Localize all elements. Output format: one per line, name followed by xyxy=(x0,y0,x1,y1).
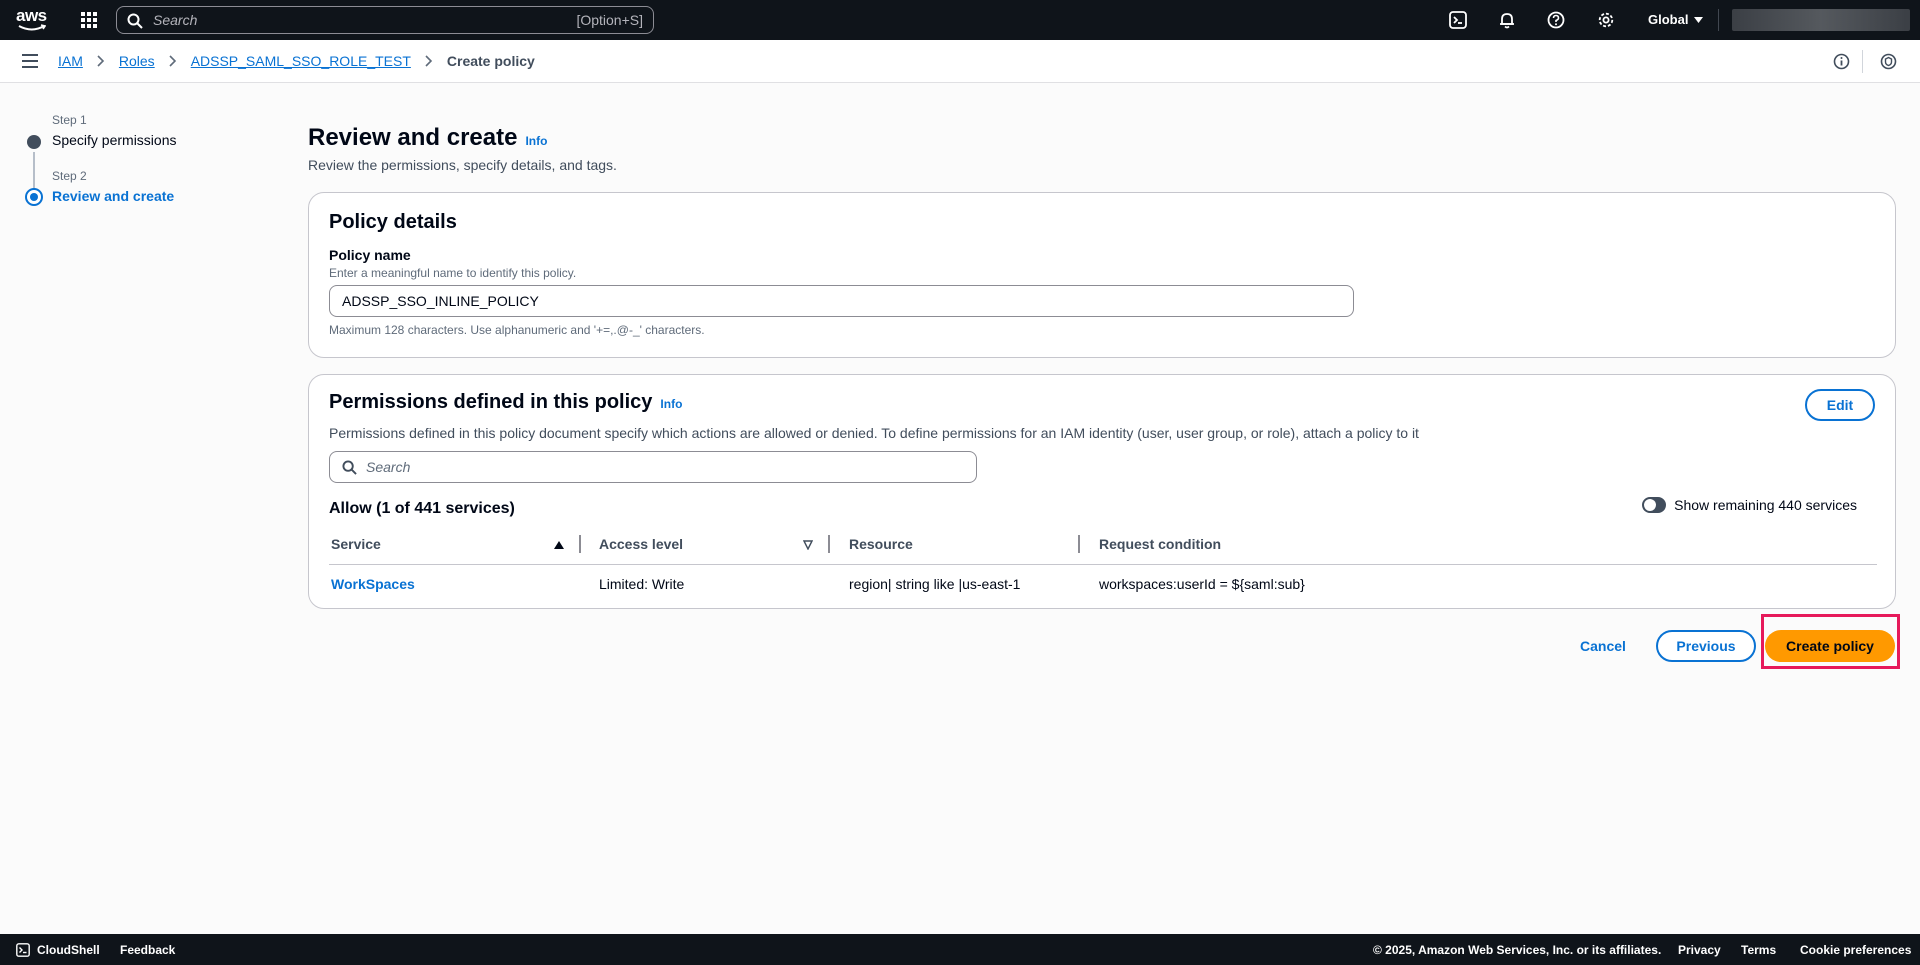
breadcrumb-current: Create policy xyxy=(446,53,535,69)
breadcrumb-roles[interactable]: Roles xyxy=(119,53,155,69)
footer-copyright: © 2025, Amazon Web Services, Inc. or its… xyxy=(1373,943,1662,957)
breadcrumb-iam[interactable]: IAM xyxy=(58,53,83,69)
breadcrumb-role[interactable]: ADSSP_SAML_SSO_ROLE_TEST xyxy=(191,53,411,69)
column-header-request-condition: Request condition xyxy=(1099,536,1222,552)
table-cell-request-condition: workspaces:userId = ${saml:sub} xyxy=(1099,576,1305,592)
shield-settings-icon[interactable] xyxy=(1880,53,1897,70)
search-placeholder: Search xyxy=(153,12,198,28)
previous-button[interactable]: Previous xyxy=(1656,630,1756,662)
policy-details-panel: Policy details Policy name Enter a meani… xyxy=(308,192,1896,358)
allow-services-title: Allow (1 of 441 services) xyxy=(329,500,515,517)
create-policy-button[interactable]: Create policy xyxy=(1765,630,1895,662)
top-navigation: aws Search [Option+S] Global xyxy=(0,0,1920,40)
search-icon xyxy=(342,460,357,475)
menu-icon[interactable] xyxy=(22,54,38,68)
policy-name-label: Policy name xyxy=(329,247,411,263)
column-separator[interactable] xyxy=(828,535,830,553)
permissions-info-link[interactable]: Info xyxy=(660,397,682,411)
permissions-title: Permissions defined in this policy Info xyxy=(329,391,682,414)
account-menu[interactable] xyxy=(1732,9,1910,31)
page-title-text: Review and create xyxy=(308,124,518,151)
step-1-name[interactable]: Specify permissions xyxy=(52,132,177,148)
edit-button[interactable]: Edit xyxy=(1805,389,1875,421)
step-1-label: Step 1 xyxy=(52,113,87,127)
aws-logo[interactable]: aws xyxy=(16,6,50,32)
show-remaining-toggle[interactable]: Show remaining 440 services xyxy=(1642,497,1857,513)
step-connector xyxy=(33,152,35,192)
permissions-title-text: Permissions defined in this policy xyxy=(329,391,653,413)
region-label: Global xyxy=(1648,12,1689,27)
aws-logo-text: aws xyxy=(16,6,47,25)
console-footer: CloudShell Feedback © 2025, Amazon Web S… xyxy=(0,934,1920,965)
table-header-divider xyxy=(329,564,1877,565)
region-selector[interactable]: Global xyxy=(1648,12,1704,27)
column-header-service[interactable]: Service xyxy=(331,536,381,552)
step-1-indicator xyxy=(27,135,41,149)
permissions-description: Permissions defined in this policy docum… xyxy=(329,425,1419,441)
caret-down-icon xyxy=(1694,16,1704,23)
global-search-input[interactable]: Search [Option+S] xyxy=(116,6,654,34)
footer-cloudshell-link[interactable]: CloudShell xyxy=(37,943,100,957)
cloudshell-icon[interactable] xyxy=(1449,11,1467,29)
breadcrumb-divider xyxy=(1862,50,1863,73)
page-description: Review the permissions, specify details,… xyxy=(308,157,617,173)
sort-descending-icon[interactable] xyxy=(803,540,813,550)
footer-terms-link[interactable]: Terms xyxy=(1741,943,1776,957)
cloudshell-icon[interactable] xyxy=(16,943,30,957)
table-cell-resource: region| string like |us-east-1 xyxy=(849,576,1021,592)
column-header-access-level[interactable]: Access level xyxy=(599,536,683,552)
chevron-right-icon xyxy=(169,55,176,67)
footer-cookie-preferences-link[interactable]: Cookie preferences xyxy=(1800,943,1911,957)
permissions-search-input[interactable] xyxy=(366,454,966,480)
gear-icon[interactable] xyxy=(1597,11,1615,29)
footer-feedback-link[interactable]: Feedback xyxy=(120,943,175,957)
breadcrumb: IAM Roles ADSSP_SAML_SSO_ROLE_TEST Creat… xyxy=(58,53,535,69)
table-cell-access-level: Limited: Write xyxy=(599,576,685,592)
step-2-label: Step 2 xyxy=(52,169,87,183)
policy-name-hint: Maximum 128 characters. Use alphanumeric… xyxy=(329,323,705,337)
help-icon[interactable] xyxy=(1547,11,1565,29)
permissions-panel: Permissions defined in this policy Info … xyxy=(308,374,1896,609)
service-link-workspaces[interactable]: WorkSpaces xyxy=(331,576,415,592)
sort-ascending-icon[interactable] xyxy=(554,540,564,550)
step-2-name: Review and create xyxy=(52,188,175,204)
footer-privacy-link[interactable]: Privacy xyxy=(1678,943,1721,957)
policy-name-description: Enter a meaningful name to identify this… xyxy=(329,266,577,280)
aws-smile-icon xyxy=(18,24,46,31)
bell-icon[interactable] xyxy=(1498,11,1516,29)
search-shortcut: [Option+S] xyxy=(576,12,643,28)
column-separator[interactable] xyxy=(579,535,581,553)
toggle-label: Show remaining 440 services xyxy=(1674,497,1857,513)
column-separator[interactable] xyxy=(1078,535,1080,553)
permissions-search[interactable] xyxy=(329,451,977,483)
policy-name-input[interactable] xyxy=(329,285,1354,317)
chevron-right-icon xyxy=(97,55,105,67)
page-info-link[interactable]: Info xyxy=(525,134,547,148)
policy-details-title: Policy details xyxy=(329,211,457,234)
page-title: Review and create Info xyxy=(308,124,547,152)
cancel-button[interactable]: Cancel xyxy=(1570,630,1636,662)
toggle-switch[interactable] xyxy=(1642,497,1667,513)
info-circle-icon[interactable] xyxy=(1833,53,1850,70)
nav-separator xyxy=(1718,9,1719,31)
step-2-indicator xyxy=(25,188,43,206)
grid-icon[interactable] xyxy=(81,12,97,28)
breadcrumb-bar: IAM Roles ADSSP_SAML_SSO_ROLE_TEST Creat… xyxy=(0,40,1920,83)
chevron-right-icon xyxy=(425,55,433,67)
policy-details-title-text: Policy details xyxy=(329,211,457,233)
search-icon xyxy=(127,13,143,29)
column-header-resource: Resource xyxy=(849,536,913,552)
